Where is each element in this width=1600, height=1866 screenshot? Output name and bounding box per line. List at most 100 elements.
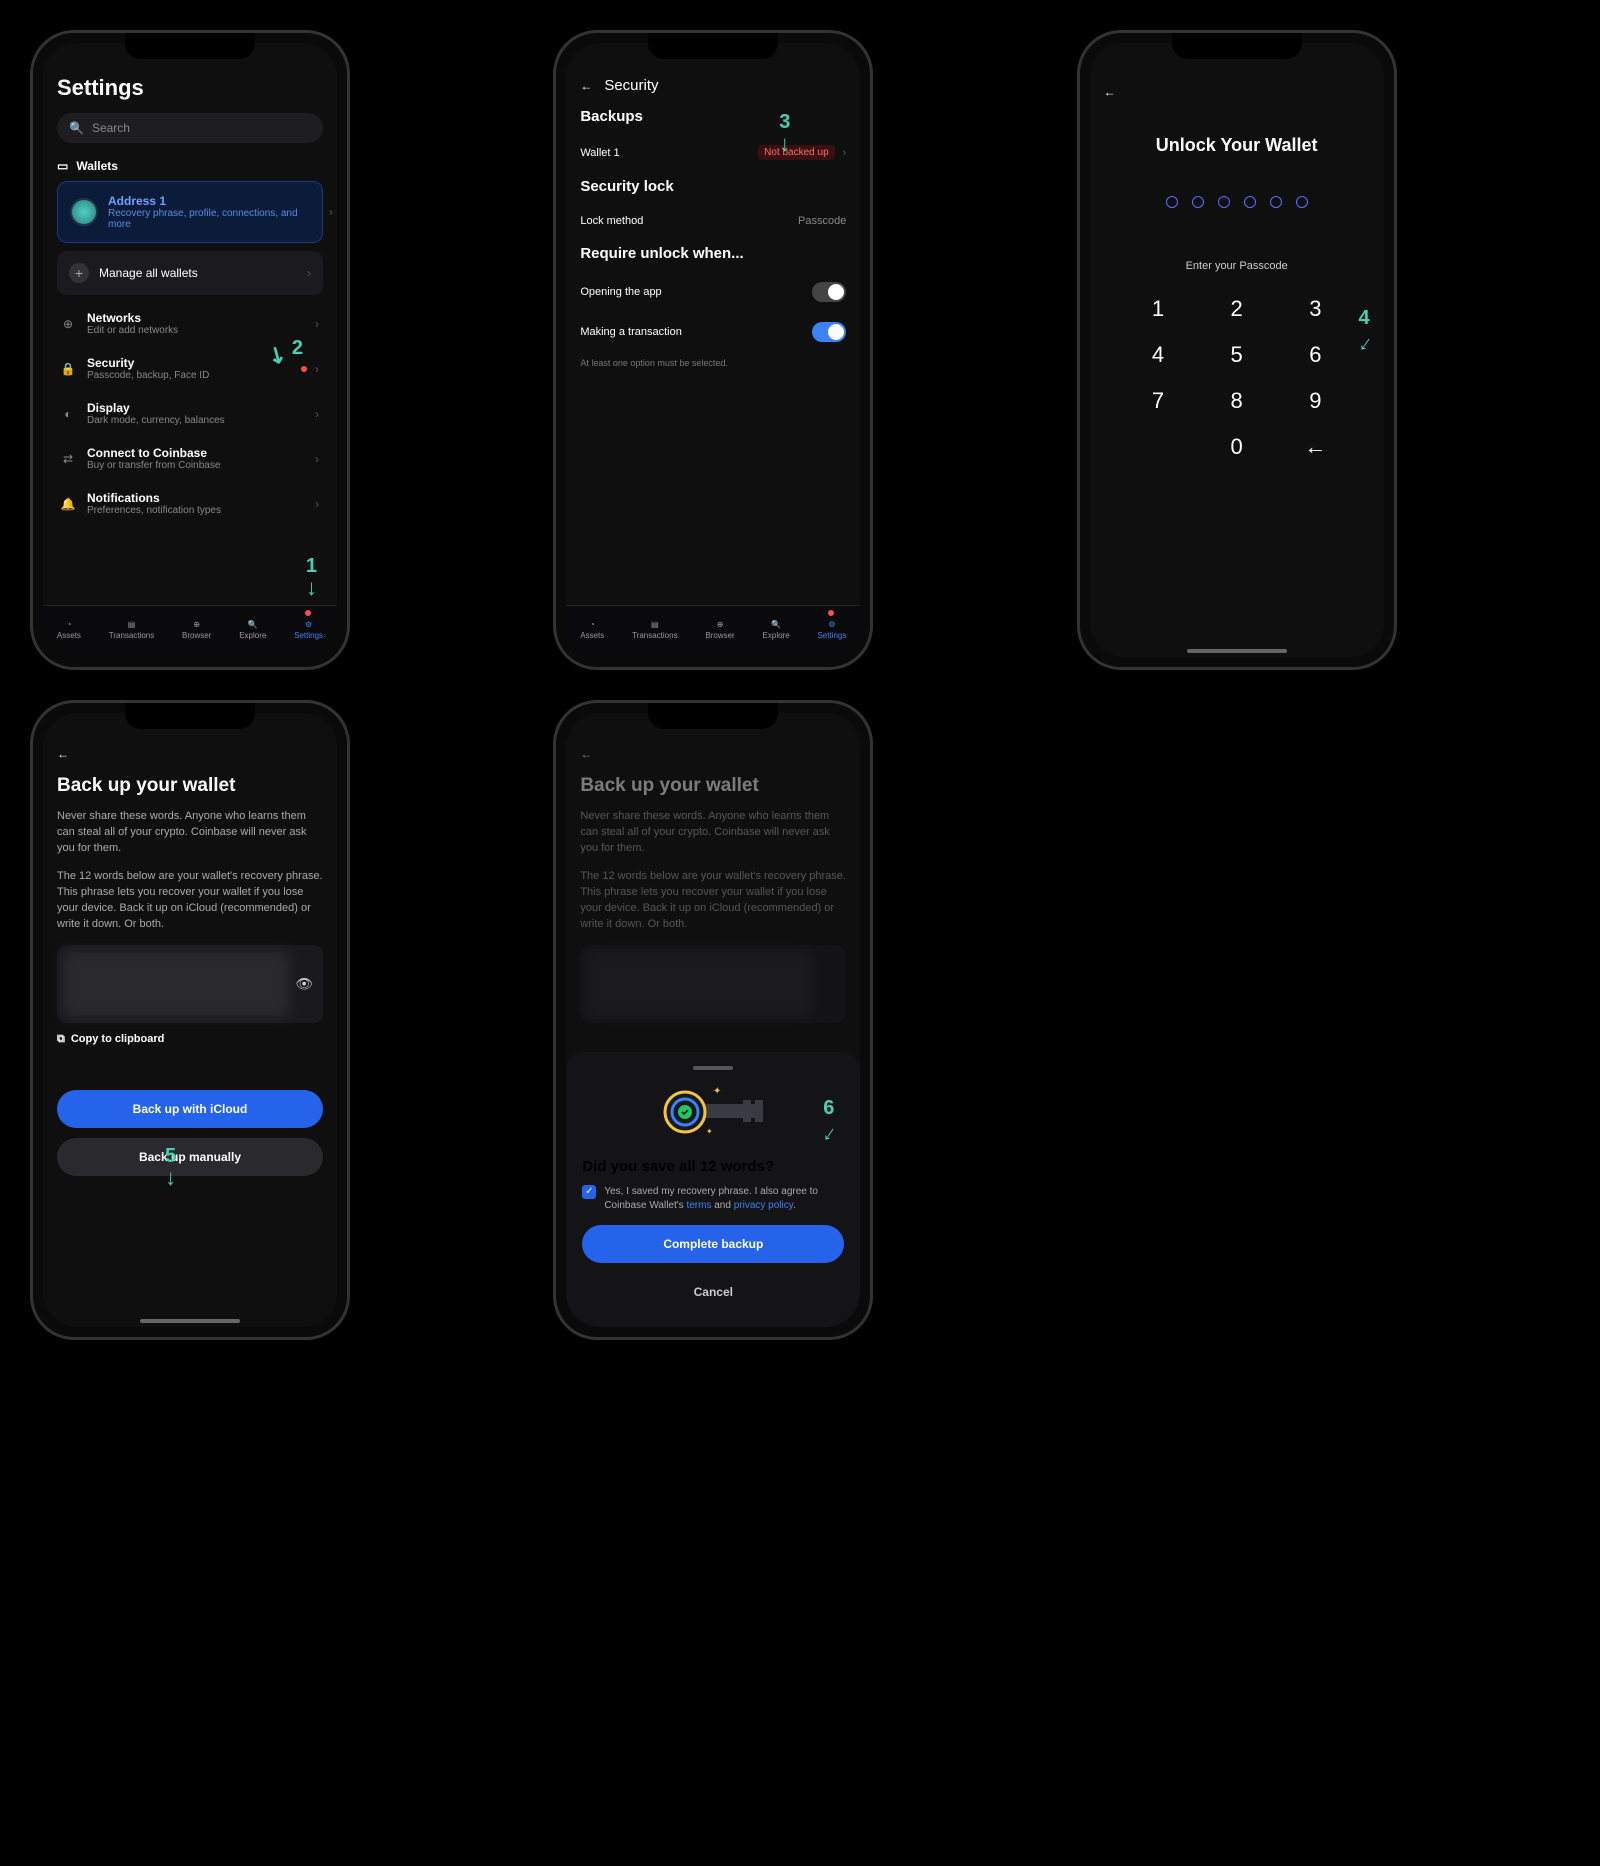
checkbox-checked-icon[interactable]: ✓ <box>582 1185 596 1199</box>
key-2[interactable]: 2 <box>1212 296 1261 322</box>
nav-transactions[interactable]: ▤Transactions <box>632 620 678 640</box>
copy-icon: ⧉ <box>57 1033 65 1046</box>
wallet-backup-row[interactable]: Wallet 1 Not backed up › <box>580 135 846 170</box>
phone-backup-confirm: ← Back up your wallet Never share these … <box>553 700 873 1340</box>
chevron-right-icon: › <box>315 362 319 376</box>
notification-dot <box>305 610 311 616</box>
nav-icon: 🔍 <box>771 620 781 629</box>
nav-browser[interactable]: ⊕Browser <box>182 620 211 640</box>
svg-text:✦: ✦ <box>713 1086 721 1097</box>
row-icon: ⊕ <box>59 317 77 331</box>
confirm-sheet: ✦ ✦ Did you save all 12 words? ✓ Yes, I … <box>566 1052 860 1327</box>
key-7[interactable]: 7 <box>1134 388 1183 414</box>
transaction-toggle[interactable] <box>812 322 846 342</box>
bottom-nav: ◔Assets ▤Transactions ⊕Browser 🔍Explore ⚙Set… <box>566 605 860 657</box>
nav-browser[interactable]: ⊕Browser <box>705 620 734 640</box>
privacy-link[interactable]: privacy policy <box>734 1200 793 1211</box>
phone-settings: Settings 🔍 Search ▭ Wallets Address 1 Re… <box>30 30 350 670</box>
search-placeholder: Search <box>92 121 130 135</box>
confirm-checkbox-row[interactable]: ✓ Yes, I saved my recovery phrase. I als… <box>582 1185 844 1213</box>
page-title: Back up your wallet <box>57 775 323 797</box>
phone-backup: ← Back up your wallet Never share these … <box>30 700 350 1340</box>
wallets-section-label: ▭ Wallets <box>57 159 323 173</box>
avatar <box>70 198 98 226</box>
key-1[interactable]: 1 <box>1134 296 1183 322</box>
address-subtitle: Recovery phrase, profile, connections, a… <box>108 208 310 230</box>
backups-header: Backups <box>580 108 846 125</box>
instruction-text: The 12 words below are your wallet's rec… <box>57 869 323 933</box>
settings-row-display[interactable]: ◐ DisplayDark mode, currency, balances › <box>57 391 323 436</box>
settings-row-networks[interactable]: ⊕ NetworksEdit or add networks › <box>57 301 323 346</box>
nav-transactions[interactable]: ▤Transactions <box>109 620 155 640</box>
search-input[interactable]: 🔍 Search <box>57 113 323 143</box>
back-arrow-icon[interactable]: ← <box>580 747 592 761</box>
key-6[interactable]: 6 <box>1291 342 1340 368</box>
row-icon: ◐ <box>59 407 77 421</box>
key-0[interactable]: 0 <box>1212 434 1261 460</box>
back-arrow-icon[interactable]: ← <box>580 79 592 93</box>
key-3[interactable]: 3 <box>1291 296 1340 322</box>
complete-backup-button[interactable]: Complete backup <box>582 1225 844 1263</box>
keypad: 1 2 3 4 5 6 7 8 9 0 ← <box>1134 296 1340 460</box>
nav-settings[interactable]: ⚙Settings <box>817 620 846 640</box>
opening-app-toggle-row: Opening the app <box>580 272 846 312</box>
row-icon: 🔒 <box>59 362 77 376</box>
settings-row-notifications[interactable]: 🔔 NotificationsPreferences, notification… <box>57 481 323 526</box>
nav-icon: ⚙ <box>828 620 835 629</box>
backspace-key[interactable]: ← <box>1291 434 1340 460</box>
nav-icon: ⚙ <box>305 620 312 629</box>
key-5[interactable]: 5 <box>1212 342 1261 368</box>
nav-explore[interactable]: 🔍Explore <box>763 620 790 640</box>
nav-icon: ◔ <box>66 620 71 629</box>
back-arrow-icon[interactable]: ← <box>57 747 69 761</box>
page-title: Security <box>604 77 658 94</box>
require-unlock-header: Require unlock when... <box>580 245 846 262</box>
backup-icloud-button[interactable]: Back up with iCloud <box>57 1090 323 1128</box>
passcode-dots <box>1104 196 1370 208</box>
seed-phrase-box <box>580 945 846 1023</box>
settings-row-security[interactable]: 🔒 SecurityPasscode, backup, Face ID › <box>57 346 323 391</box>
chevron-right-icon: › <box>843 147 847 159</box>
nav-assets[interactable]: ◔Assets <box>580 620 604 640</box>
nav-explore[interactable]: 🔍Explore <box>239 620 266 640</box>
chevron-right-icon: › <box>315 497 319 511</box>
nav-icon: ⊕ <box>193 620 200 629</box>
page-title: Settings <box>57 75 323 101</box>
nav-icon: 🔍 <box>248 620 258 629</box>
backup-manual-button[interactable]: Back up manually <box>57 1138 323 1176</box>
terms-link[interactable]: terms <box>686 1200 711 1211</box>
wallet-address-card[interactable]: Address 1 Recovery phrase, profile, conn… <box>57 181 323 243</box>
address-title: Address 1 <box>108 194 310 208</box>
cancel-button[interactable]: Cancel <box>582 1273 844 1311</box>
bottom-nav: ◔Assets ▤Transactions ⊕Browser 🔍Explore ⚙Set… <box>43 605 337 657</box>
nav-settings[interactable]: ⚙Settings <box>294 620 323 640</box>
row-icon: 🔔 <box>59 497 77 511</box>
wallet-icon: ▭ <box>57 159 68 173</box>
eye-icon[interactable]: 👁 <box>295 975 313 992</box>
key-4[interactable]: 4 <box>1134 342 1183 368</box>
sheet-handle[interactable] <box>693 1066 733 1070</box>
key-8[interactable]: 8 <box>1212 388 1261 414</box>
row-icon: ⇄ <box>59 452 77 466</box>
warning-text: Never share these words. Anyone who lear… <box>57 809 323 857</box>
nav-icon: ▤ <box>128 620 136 629</box>
alert-dot <box>301 366 307 372</box>
notification-dot <box>828 610 834 616</box>
nav-assets[interactable]: ◔Assets <box>57 620 81 640</box>
settings-row-connect-to-coinbase[interactable]: ⇄ Connect to CoinbaseBuy or transfer fro… <box>57 436 323 481</box>
page-title: Back up your wallet <box>580 775 846 797</box>
lock-method-row[interactable]: Lock method Passcode <box>580 205 846 237</box>
plus-icon: + <box>69 263 89 283</box>
manage-wallets-button[interactable]: + Manage all wallets › <box>57 251 323 295</box>
warning-text: Never share these words. Anyone who lear… <box>580 809 846 857</box>
copy-clipboard-button[interactable]: ⧉ Copy to clipboard <box>57 1033 323 1046</box>
chevron-right-icon: › <box>315 407 319 421</box>
not-backed-up-badge: Not backed up <box>758 145 835 160</box>
key-9[interactable]: 9 <box>1291 388 1340 414</box>
chevron-right-icon: › <box>315 317 319 331</box>
home-indicator <box>140 1319 240 1323</box>
opening-app-toggle[interactable] <box>812 282 846 302</box>
back-arrow-icon[interactable]: ← <box>1104 85 1116 99</box>
security-lock-header: Security lock <box>580 178 846 195</box>
chevron-right-icon: › <box>329 205 333 219</box>
